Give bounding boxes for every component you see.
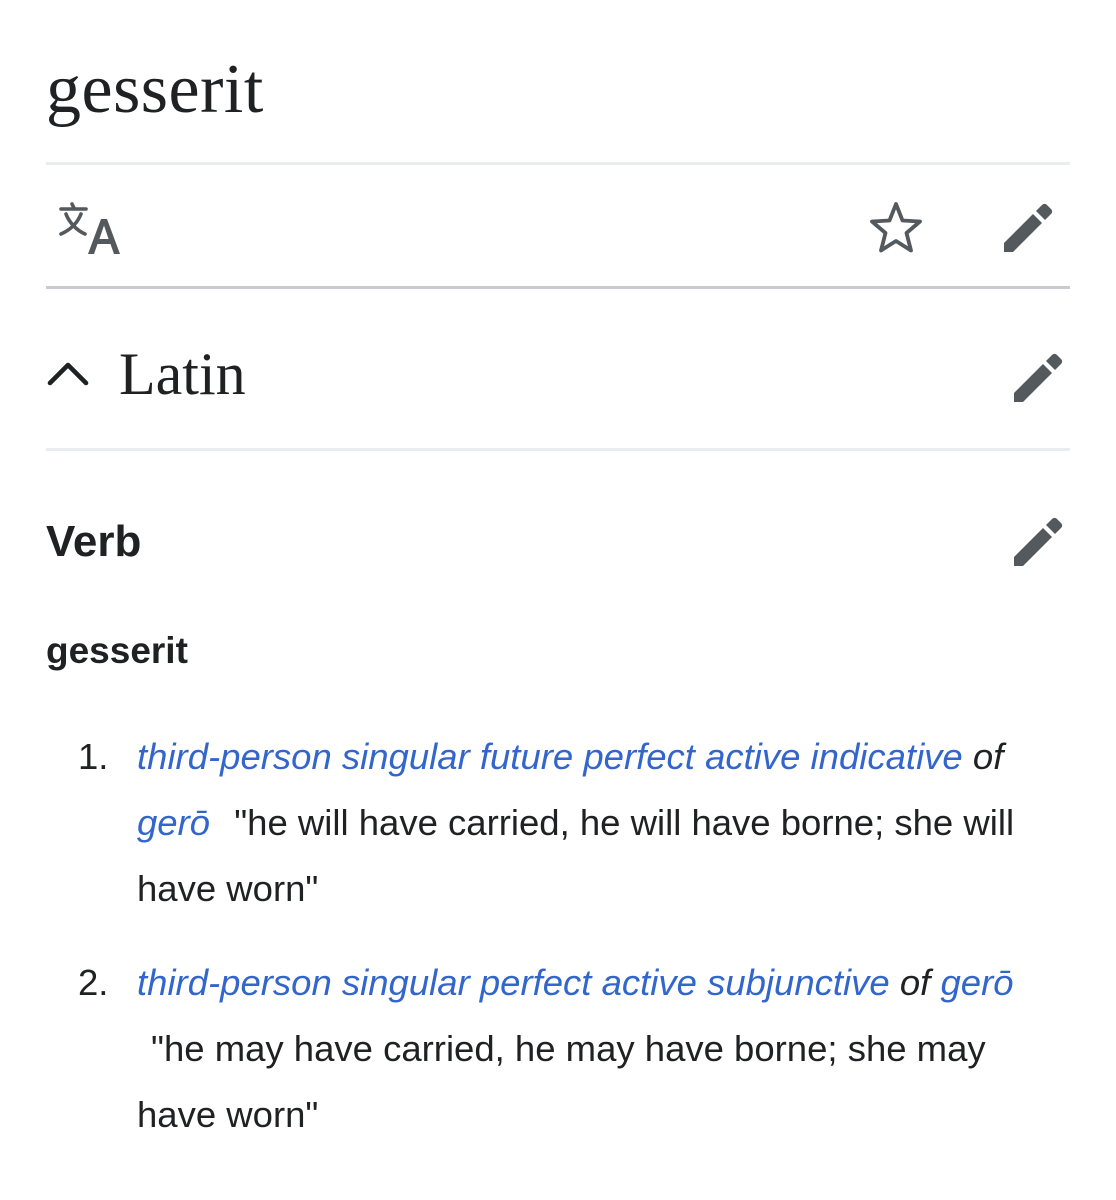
star-icon[interactable] <box>866 198 926 258</box>
pencil-icon[interactable] <box>1008 512 1068 572</box>
definition-item: 2. third-person singular perfect active … <box>46 950 1037 1148</box>
chevron-up-icon[interactable] <box>46 358 90 388</box>
pencil-icon[interactable] <box>1008 348 1068 408</box>
pencil-icon[interactable] <box>998 198 1058 258</box>
translate-icon[interactable] <box>58 200 122 256</box>
definition-number: 2. <box>78 962 109 1003</box>
definition-list: 1. third-person singular future perfect … <box>46 724 1070 1176</box>
lemma-link[interactable]: gerō <box>940 962 1013 1003</box>
title-divider <box>46 162 1070 165</box>
form-link[interactable]: third-person singular perfect active sub… <box>137 962 890 1003</box>
subsection-header-verb: Verb <box>46 506 1070 576</box>
lemma-link[interactable]: gerō <box>137 802 210 843</box>
page-title: gesserit <box>46 51 264 128</box>
headword: gesserit <box>46 630 188 671</box>
subsection-title: Verb <box>46 517 142 566</box>
of-text: of <box>899 962 931 1003</box>
definition-item: 1. third-person singular future perfect … <box>46 724 1037 922</box>
section-header-latin[interactable]: Latin <box>46 330 1070 420</box>
definition-gloss: "he will have carried, he will have born… <box>137 802 1015 909</box>
form-link[interactable]: third-person singular future perfect act… <box>137 736 963 777</box>
section-title: Latin <box>119 341 246 407</box>
definition-number: 1. <box>78 736 109 777</box>
of-text: of <box>972 736 1004 777</box>
definition-gloss: "he may have carried, he may have borne;… <box>137 1028 986 1135</box>
toolbar-divider <box>46 286 1070 289</box>
section-divider <box>46 448 1070 451</box>
